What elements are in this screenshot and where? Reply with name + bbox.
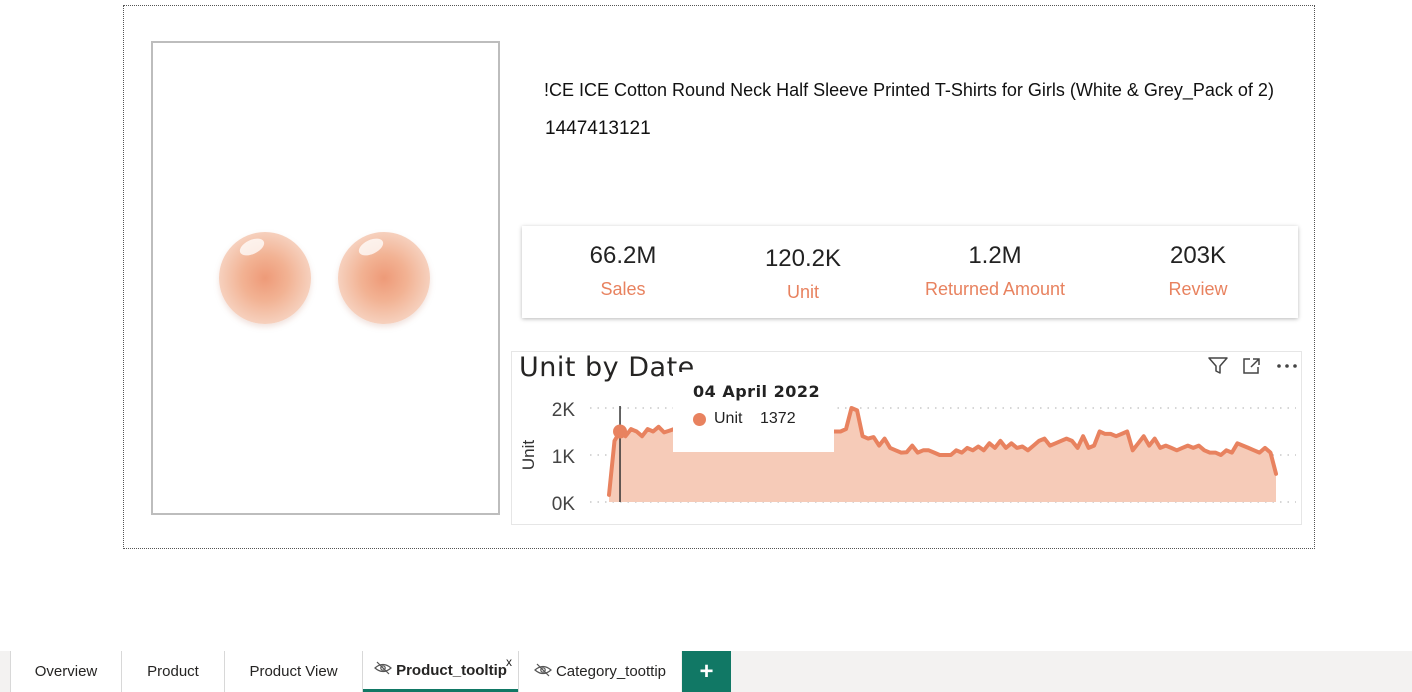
tab-overview-label: Overview bbox=[34, 663, 98, 680]
unit-by-date-plot: 2K 1K 0K Unit bbox=[519, 400, 1296, 515]
hover-point bbox=[613, 424, 628, 439]
tab-product[interactable]: Product bbox=[122, 651, 224, 692]
chart-title: Unit by Date bbox=[519, 352, 695, 383]
y-tick-label: 2K bbox=[552, 400, 576, 421]
add-page-button[interactable]: + bbox=[682, 651, 731, 692]
tab-product-view-label: Product View bbox=[249, 663, 338, 680]
filter-icon[interactable] bbox=[1207, 356, 1229, 376]
tab-product-label: Product bbox=[147, 663, 199, 680]
tooltip-series-marker bbox=[693, 413, 706, 426]
tooltip-series-name: Unit bbox=[714, 410, 743, 427]
tab-category-tooltip-label: Category_toottip bbox=[555, 663, 667, 680]
tab-product-view[interactable]: Product View bbox=[225, 651, 362, 692]
hidden-page-icon bbox=[534, 663, 552, 681]
tooltip-date: 04 April 2022 bbox=[693, 382, 821, 401]
tab-overview[interactable]: Overview bbox=[11, 651, 121, 692]
focus-mode-icon[interactable] bbox=[1241, 356, 1263, 376]
y-tick-label: 1K bbox=[552, 447, 576, 468]
tab-product-tooltip-label: Product_tooltip bbox=[396, 661, 507, 679]
hidden-page-icon bbox=[374, 661, 392, 679]
y-axis-label: Unit bbox=[519, 440, 538, 471]
more-options-icon[interactable] bbox=[1275, 356, 1299, 376]
y-tick-label: 0K bbox=[552, 494, 576, 515]
tooltip-value: 1372 bbox=[760, 410, 796, 427]
tab-close-button[interactable]: x bbox=[506, 655, 512, 669]
tab-product-tooltip[interactable]: Product_tooltip bbox=[363, 651, 518, 692]
tab-category-tooltip[interactable]: Category_toottip bbox=[519, 651, 681, 692]
